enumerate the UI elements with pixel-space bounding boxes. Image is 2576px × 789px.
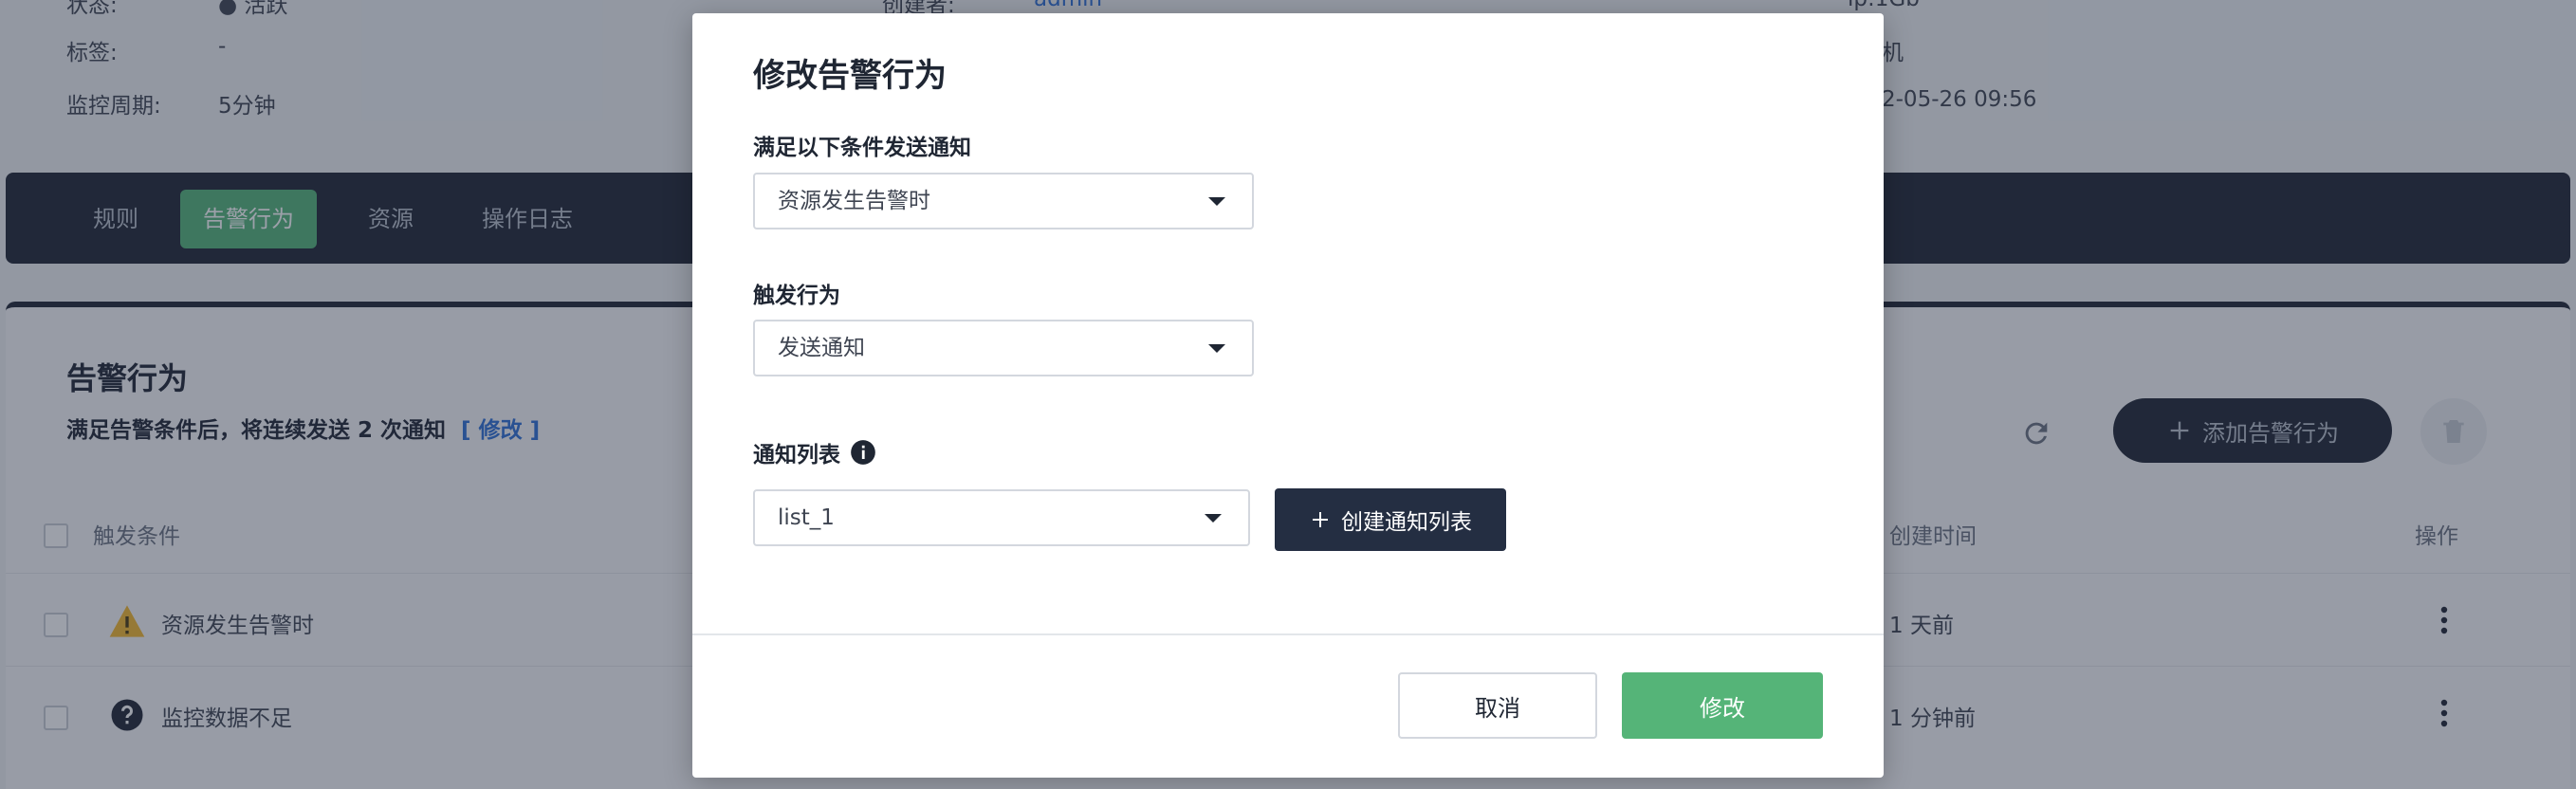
dialog-footer-divider — [692, 633, 1884, 635]
trigger-select[interactable]: 发送通知 — [753, 320, 1254, 376]
chevron-down-icon — [1205, 514, 1222, 523]
info-icon[interactable] — [850, 439, 876, 466]
condition-label-text: 满足以下条件发送通知 — [753, 136, 971, 160]
trigger-field-label: 触发行为 — [753, 277, 840, 309]
app-stage: 状态: ● 活跃 标签: - 监控周期: 5分钟 创建者: admin ip:1… — [0, 0, 2576, 789]
condition-select-value: 资源发生告警时 — [778, 189, 930, 213]
notify-list-select-value: list_1 — [778, 505, 835, 530]
edit-alert-action-dialog: 修改告警行为 满足以下条件发送通知 资源发生告警时 触发行为 发送通知 通知列表… — [692, 13, 1884, 778]
notify-list-select[interactable]: list_1 — [753, 489, 1250, 546]
chevron-down-icon — [1208, 344, 1225, 353]
trigger-label-text: 触发行为 — [753, 284, 840, 308]
notify-list-field-label: 通知列表 — [753, 436, 876, 468]
create-notify-list-label: 创建通知列表 — [1341, 510, 1472, 535]
chevron-down-icon — [1208, 197, 1225, 206]
create-notify-list-button[interactable]: 创建通知列表 — [1275, 488, 1506, 551]
condition-field-label: 满足以下条件发送通知 — [753, 129, 971, 161]
notify-list-label-text: 通知列表 — [753, 443, 840, 468]
plus-icon — [1313, 512, 1328, 527]
submit-button[interactable]: 修改 — [1622, 672, 1823, 739]
cancel-button[interactable]: 取消 — [1398, 672, 1597, 739]
dialog-title: 修改告警行为 — [753, 57, 947, 95]
trigger-select-value: 发送通知 — [778, 336, 865, 360]
condition-select[interactable]: 资源发生告警时 — [753, 173, 1254, 229]
